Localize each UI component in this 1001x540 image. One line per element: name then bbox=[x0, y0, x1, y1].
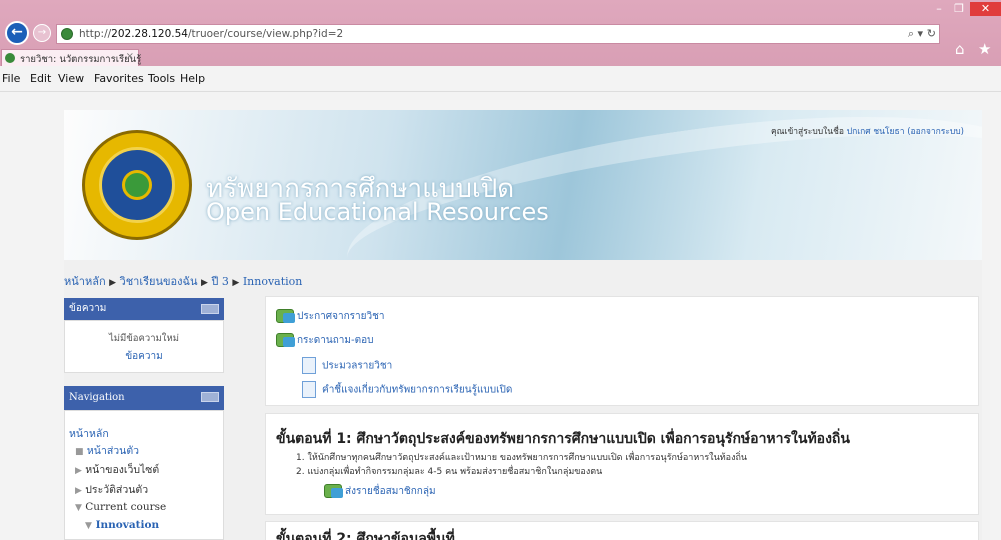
activity-label: ส่งรายชื่อสมาชิกกลุ่ม bbox=[345, 486, 436, 497]
nav-item-innovation[interactable]: ▼ Innovation bbox=[85, 519, 159, 531]
breadcrumb-separator: ▶ bbox=[109, 278, 117, 288]
tab-close-icon[interactable]: × bbox=[126, 51, 134, 62]
tab-strip: รายวิชา: นวัตกรรมการเรียนรู้ × bbox=[0, 48, 1001, 66]
resource-qa-forum[interactable]: กระดานถาม-ตอบ bbox=[276, 333, 373, 348]
nav-item-label: ประวัติส่วนตัว bbox=[85, 484, 149, 496]
logout-link[interactable]: (ออกจากระบบ) bbox=[907, 127, 964, 137]
page-icon bbox=[302, 357, 316, 374]
course-section-2: ขั้นตอนที่ 2: ศึกษาข้อมูลพื้นที่ bbox=[265, 521, 979, 540]
page-content: ทรัพยากรการศึกษาแบบเปิด Open Educational… bbox=[64, 110, 982, 540]
no-messages-text: ไม่มีข้อความใหม่ bbox=[109, 333, 179, 344]
nav-item-dashboard[interactable]: ■ หน้าส่วนตัว bbox=[75, 442, 139, 459]
messages-block: ไม่มีข้อความใหม่ ข้อความ bbox=[64, 320, 224, 373]
breadcrumb-course[interactable]: Innovation bbox=[243, 275, 303, 288]
page-icon bbox=[302, 381, 316, 398]
menu-bar: File Edit View Favorites Tools Help bbox=[0, 66, 1001, 92]
messages-block-title: ข้อความ bbox=[69, 303, 107, 314]
nav-item-label: Current course bbox=[85, 501, 167, 513]
resource-announcements[interactable]: ประกาศจากรายวิชา bbox=[276, 309, 385, 324]
breadcrumb-home[interactable]: หน้าหลัก bbox=[64, 275, 106, 288]
nav-item-current-course[interactable]: ▼ Current course bbox=[75, 501, 166, 513]
user-profile-link[interactable]: ปกเกศ ชนโยธา bbox=[847, 127, 905, 137]
refresh-icon[interactable]: ↻ bbox=[927, 27, 936, 40]
minimize-button[interactable]: – bbox=[930, 2, 948, 16]
section-1-title: ขั้นตอนที่ 1: ศึกษาวัตถุประสงค์ของทรัพยา… bbox=[276, 431, 850, 447]
resource-label: ประกาศจากรายวิชา bbox=[297, 311, 385, 322]
menu-help[interactable]: Help bbox=[180, 72, 205, 85]
breadcrumb-year[interactable]: ปี 3 bbox=[211, 275, 228, 288]
course-general-section: ประกาศจากรายวิชา กระดานถาม-ตอบ ประมวลราย… bbox=[265, 296, 979, 406]
messages-block-header: ข้อความ bbox=[64, 298, 224, 320]
breadcrumb: หน้าหลัก ▶ วิชาเรียนของฉัน ▶ ปี 3 ▶ Inno… bbox=[64, 272, 302, 290]
navigation-bar: ← → http://202.28.120.54/truoer/course/v… bbox=[0, 18, 1001, 58]
url-path: /truoer/course/view.php?id=2 bbox=[188, 28, 344, 40]
activity-submit-members[interactable]: ส่งรายชื่อสมาชิกกลุ่ม bbox=[324, 484, 436, 499]
menu-view[interactable]: View bbox=[58, 72, 84, 85]
nav-item-label: Innovation bbox=[95, 519, 160, 531]
forum-icon bbox=[276, 333, 295, 347]
navigation-block: หน้าหลัก ■ หน้าส่วนตัว ▶ หน้าของเว็บไซต์… bbox=[64, 410, 224, 540]
menu-tools[interactable]: Tools bbox=[148, 72, 175, 85]
menu-edit[interactable]: Edit bbox=[30, 72, 51, 85]
forum-icon bbox=[324, 484, 343, 498]
seal-emblem bbox=[122, 170, 152, 200]
address-url[interactable]: http://202.28.120.54/truoer/course/view.… bbox=[79, 28, 343, 40]
login-info: คุณเข้าสู่ระบบในชื่อ ปกเกศ ชนโยธา (ออกจา… bbox=[771, 124, 964, 138]
maximize-button[interactable]: ❐ bbox=[950, 2, 968, 16]
address-bar[interactable]: http://202.28.120.54/truoer/course/view.… bbox=[56, 24, 940, 44]
login-prefix: คุณเข้าสู่ระบบในชื่อ bbox=[770, 127, 844, 137]
resource-label: กระดานถาม-ตอบ bbox=[297, 335, 374, 346]
url-host: 202.28.120.54 bbox=[111, 28, 188, 40]
forward-button[interactable]: → bbox=[33, 24, 51, 42]
search-dropdown-icon[interactable]: ⌕ ▾ bbox=[908, 27, 923, 41]
title-bar: – ❐ ✕ bbox=[0, 0, 1001, 18]
breadcrumb-separator: ▶ bbox=[232, 278, 240, 288]
nav-item-label: หน้าส่วนตัว bbox=[86, 445, 140, 457]
site-globe-icon bbox=[61, 28, 73, 40]
browser-tab[interactable]: รายวิชา: นวัตกรรมการเรียนรู้ × bbox=[1, 49, 142, 66]
close-window-button[interactable]: ✕ bbox=[970, 2, 1001, 16]
collapse-arrow-icon: ▼ bbox=[85, 521, 92, 531]
browser-chrome: – ❐ ✕ ← → http://202.28.120.54/truoer/co… bbox=[0, 0, 1001, 92]
section-2-title: ขั้นตอนที่ 2: ศึกษาข้อมูลพื้นที่ bbox=[276, 531, 455, 540]
url-prefix: http:// bbox=[79, 28, 112, 40]
section-1-line-1: 1. ให้นักศึกษาทุกคนศึกษาวัตถุประสงค์และเ… bbox=[296, 453, 748, 463]
navigation-block-title: Navigation bbox=[69, 392, 125, 403]
site-header: ทรัพยากรการศึกษาแบบเปิด Open Educational… bbox=[64, 110, 982, 260]
resource-oer-info[interactable]: คำชี้แจงเกี่ยวกับทรัพยากรการเรียนรู้แบบเ… bbox=[302, 381, 512, 398]
seal-inner-ring bbox=[99, 147, 175, 223]
menu-favorites[interactable]: Favorites bbox=[94, 72, 144, 85]
tab-globe-icon bbox=[5, 53, 15, 63]
nav-home[interactable]: หน้าหลัก bbox=[69, 425, 109, 442]
forum-icon bbox=[276, 309, 295, 323]
back-button[interactable]: ← bbox=[5, 21, 29, 45]
block-controls-icon[interactable] bbox=[201, 392, 219, 402]
resource-label: ประมวลรายวิชา bbox=[322, 360, 393, 372]
square-bullet-icon: ■ bbox=[75, 447, 84, 457]
block-controls-icon[interactable] bbox=[201, 304, 219, 314]
nav-item-label: หน้าของเว็บไซต์ bbox=[85, 464, 160, 476]
breadcrumb-my-courses[interactable]: วิชาเรียนของฉัน bbox=[120, 275, 198, 288]
course-section-1: ขั้นตอนที่ 1: ศึกษาวัตถุประสงค์ของทรัพยา… bbox=[265, 413, 979, 515]
expand-arrow-icon: ▶ bbox=[75, 466, 82, 476]
university-seal-logo[interactable] bbox=[82, 130, 192, 240]
expand-arrow-icon: ▶ bbox=[75, 486, 82, 496]
tab-title: รายวิชา: นวัตกรรมการเรียนรู้ bbox=[20, 54, 142, 65]
site-title-english: Open Educational Resources bbox=[206, 198, 549, 226]
resource-syllabus[interactable]: ประมวลรายวิชา bbox=[302, 357, 392, 374]
menu-file[interactable]: File bbox=[2, 72, 20, 85]
section-1-line-2: 2. แบ่งกลุ่มเพื่อทำกิจกรรมกลุ่มละ 4-5 คน… bbox=[296, 467, 603, 477]
resource-label: คำชี้แจงเกี่ยวกับทรัพยากรการเรียนรู้แบบเ… bbox=[322, 384, 513, 396]
nav-item-site-pages[interactable]: ▶ หน้าของเว็บไซต์ bbox=[75, 461, 159, 478]
nav-item-profile[interactable]: ▶ ประวัติส่วนตัว bbox=[75, 481, 148, 498]
breadcrumb-separator: ▶ bbox=[201, 278, 208, 288]
collapse-arrow-icon: ▼ bbox=[75, 503, 82, 513]
messages-link[interactable]: ข้อความ bbox=[65, 349, 223, 364]
navigation-block-header: Navigation bbox=[64, 386, 224, 410]
